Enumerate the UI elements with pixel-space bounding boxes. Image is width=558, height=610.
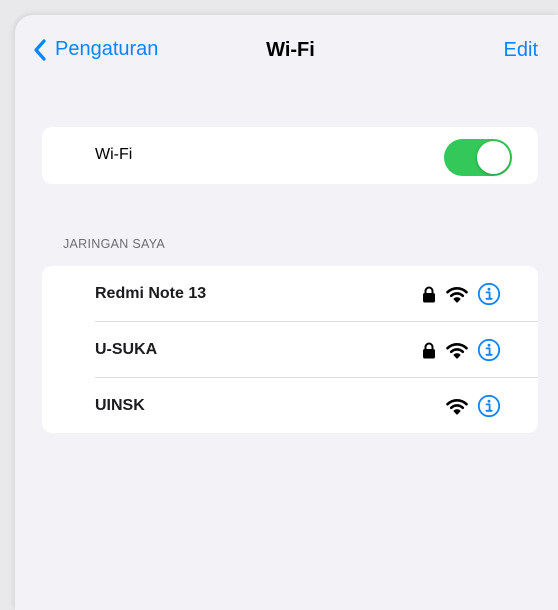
page-title: Wi-Fi	[15, 39, 558, 62]
lock-icon	[422, 322, 436, 378]
network-row[interactable]: U-SUKA	[42, 322, 538, 378]
settings-panel: Pengaturan Wi-Fi Edit Wi-Fi JARINGAN SAY…	[15, 15, 558, 610]
info-icon[interactable]	[477, 378, 501, 434]
lock-icon	[422, 266, 436, 322]
network-row[interactable]: Redmi Note 13	[42, 266, 538, 322]
section-header-my-networks: JARINGAN SAYA	[63, 237, 166, 251]
wifi-toggle-label: Wi-Fi	[95, 146, 133, 163]
wifi-signal-icon	[446, 378, 468, 434]
info-icon[interactable]	[477, 322, 501, 378]
info-icon[interactable]	[477, 266, 501, 322]
network-name: UINSK	[95, 397, 145, 414]
network-name: U-SUKA	[95, 341, 158, 358]
my-networks-list: Redmi Note 13 U-SUKA UINSK	[42, 266, 538, 433]
page-title-text: Wi-Fi	[266, 39, 315, 61]
network-row[interactable]: UINSK	[42, 378, 538, 434]
wifi-signal-icon	[446, 266, 468, 322]
edit-button[interactable]: Edit	[504, 39, 538, 62]
toggle-knob	[477, 141, 510, 174]
wifi-signal-icon	[446, 322, 468, 378]
navigation-bar: Pengaturan Wi-Fi Edit	[15, 15, 558, 87]
network-name: Redmi Note 13	[95, 285, 207, 302]
wifi-toggle-card: Wi-Fi	[42, 127, 538, 184]
wifi-toggle-switch[interactable]	[444, 139, 512, 176]
